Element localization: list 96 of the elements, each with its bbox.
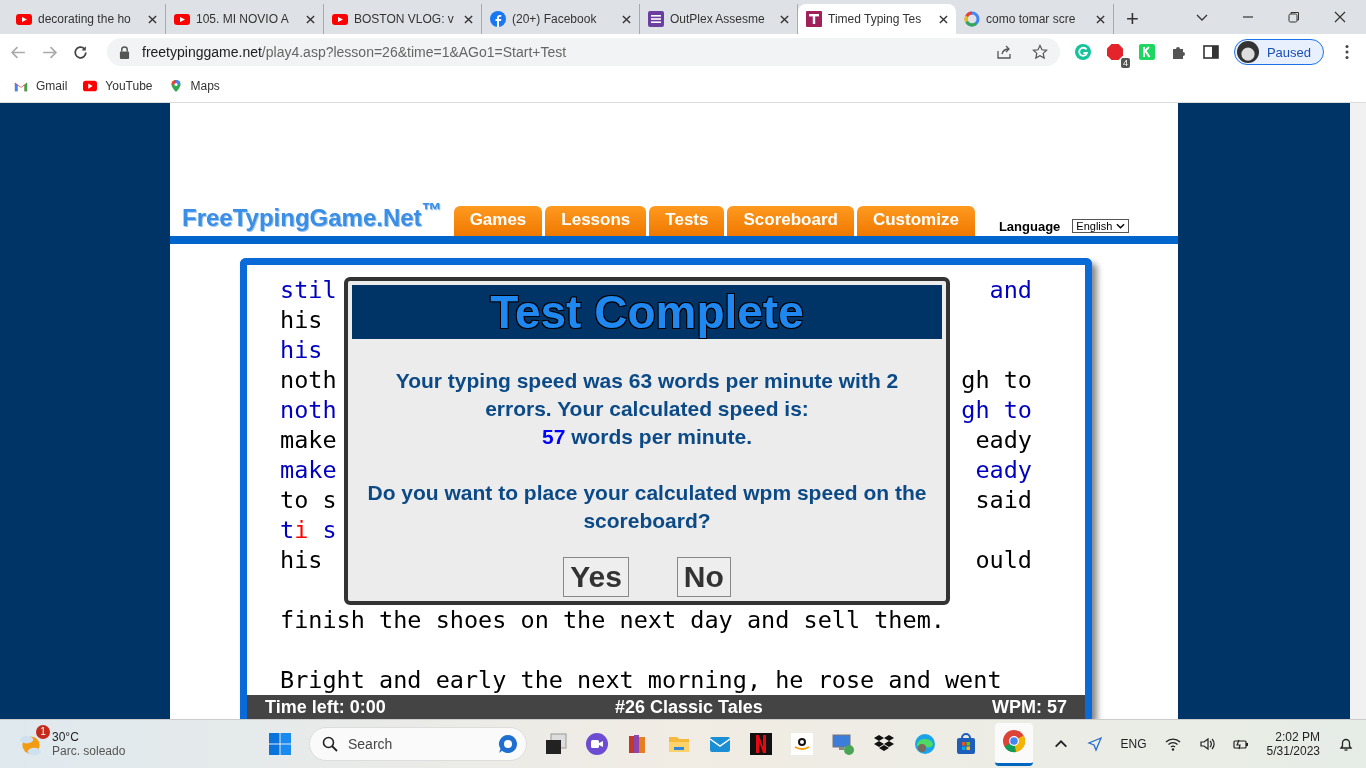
- chrome-taskbar-button[interactable]: [995, 722, 1033, 766]
- shopping-bag-icon[interactable]: [954, 732, 978, 756]
- side-panel-icon[interactable]: [1201, 43, 1220, 61]
- passage-text: Bright and early the next morning, he rose and went: [280, 665, 1002, 695]
- close-icon[interactable]: [306, 14, 315, 24]
- passage-text: make: [280, 455, 337, 485]
- passage-text: to s: [280, 485, 337, 515]
- video-play-icon: [83, 80, 98, 92]
- passage-text: finish the shoes on the next day and sell them.: [280, 605, 945, 635]
- tab-title: OutPlex Assesme: [670, 12, 766, 26]
- dialog-button[interactable]: Yes: [563, 557, 629, 597]
- restore-icon[interactable]: [1288, 11, 1300, 23]
- location-arrow-icon[interactable]: [1086, 736, 1103, 752]
- passage-text: stil: [280, 275, 337, 305]
- video-play-icon: [174, 11, 190, 27]
- search-icon: [322, 736, 338, 752]
- lock-icon: [119, 45, 130, 59]
- notification-badge: 1: [36, 725, 50, 739]
- task-view-icon[interactable]: [544, 732, 568, 756]
- passage-text: and: [989, 275, 1032, 305]
- passage-text: ti s: [280, 515, 337, 545]
- close-icon[interactable]: [464, 14, 473, 24]
- passage-text: said: [975, 485, 1032, 515]
- google-icon: [964, 11, 980, 27]
- chrome-icon: [1002, 728, 1026, 753]
- weather-condition: Parc. soleado: [52, 744, 126, 758]
- close-icon[interactable]: [1334, 11, 1346, 23]
- url-text: freetypinggame.net/play4.asp?lesson=26&time=1&AGo1=Start+Test: [142, 44, 567, 60]
- clock-time[interactable]: 2:02 PM: [1275, 730, 1320, 744]
- close-icon[interactable]: [1096, 14, 1105, 24]
- reload-icon[interactable]: [72, 43, 89, 61]
- temperature: 30°C: [52, 730, 80, 744]
- tab-title: como tomar scre: [986, 12, 1077, 26]
- profile-button[interactable]: Paused: [1233, 39, 1324, 65]
- language-select[interactable]: English: [1072, 219, 1130, 233]
- passage-text: ould: [975, 545, 1032, 575]
- close-icon[interactable]: [622, 14, 631, 24]
- address-bar[interactable]: freetypinggame.net/play4.asp?lesson=26&time=1&AGo1=Start+Test: [107, 38, 1060, 66]
- browser-tab[interactable]: Timed Typing Tes: [798, 4, 956, 34]
- bookmark[interactable]: YouTube: [83, 79, 153, 93]
- passage-text: make: [280, 425, 337, 455]
- share-icon[interactable]: [995, 44, 1012, 60]
- tab-title: decorating the ho: [38, 12, 132, 26]
- browser-wave-icon[interactable]: [913, 732, 937, 756]
- taskbar-search[interactable]: Search: [309, 727, 527, 761]
- passage-text: eady: [975, 455, 1032, 485]
- close-icon[interactable]: [780, 14, 789, 24]
- t-square-icon: [806, 11, 822, 27]
- envelope-icon: [14, 80, 28, 92]
- result-message: Your typing speed was 63 words per minute with 2 errors. Your calculated speed is: 57 words per minute.: [394, 368, 900, 450]
- star-icon[interactable]: [1031, 44, 1048, 60]
- wifi-icon[interactable]: [1164, 736, 1181, 752]
- tab-title: 105. MI NOVIO A: [196, 12, 290, 26]
- bell-icon[interactable]: [1338, 736, 1354, 752]
- passage-text: eady: [975, 425, 1032, 455]
- video-play-icon: [16, 11, 32, 27]
- site-logo[interactable]: FreeTypingGame.Net$^{™}$: [182, 199, 442, 236]
- language-label: Language: [998, 219, 1061, 236]
- speech-bubble-icon: [498, 734, 518, 754]
- n-logo-icon[interactable]: [749, 732, 773, 756]
- passage-text: his: [280, 545, 323, 575]
- caret-icon: [1116, 223, 1126, 229]
- bookmark[interactable]: Maps: [168, 79, 220, 93]
- lesson-title: #26 Classic Tales: [614, 696, 763, 718]
- close-icon[interactable]: [148, 14, 157, 24]
- extension-badge: 4: [1120, 58, 1130, 68]
- passage-text: gh to: [961, 365, 1032, 395]
- map-pin-icon: [168, 80, 183, 92]
- passage-text: noth: [280, 365, 337, 395]
- video-play-icon: [332, 11, 348, 27]
- passage-text: gh to: [961, 395, 1032, 425]
- question-text: Do you want to place your calculated wpm speed on the scoreboard?: [366, 480, 928, 534]
- remote-desktop-icon[interactable]: [831, 732, 855, 756]
- bookmark[interactable]: Gmail: [14, 79, 68, 93]
- time-left: Time left: 0:00: [265, 696, 386, 718]
- close-icon[interactable]: [939, 14, 948, 24]
- speaker-icon[interactable]: [1198, 736, 1215, 752]
- tab-title: Timed Typing Tes: [828, 12, 923, 26]
- new-tab-button[interactable]: +: [1114, 4, 1151, 34]
- list-icon: [648, 11, 664, 27]
- avatar-icon: [1236, 41, 1259, 63]
- passage-text: noth: [280, 395, 337, 425]
- tab-title: BOSTON VLOG: v: [354, 12, 455, 26]
- windows-icon[interactable]: [268, 732, 292, 756]
- dialog-button[interactable]: No: [676, 557, 731, 597]
- passage-text: his: [280, 305, 323, 335]
- clock-date[interactable]: 5/31/2023: [1266, 744, 1320, 758]
- wpm-reading: WPM: 57: [991, 696, 1067, 718]
- input-language[interactable]: ENG: [1120, 737, 1147, 751]
- video-camera-icon[interactable]: [585, 732, 609, 756]
- dialog-title: Test Complete: [352, 285, 942, 339]
- stop-sign-icon[interactable]: [1105, 43, 1124, 61]
- tab-title: (20+) Facebook: [512, 12, 598, 26]
- circle-logo-icon: [490, 11, 506, 27]
- passage-text: his: [280, 335, 323, 365]
- scrollbar[interactable]: [1350, 103, 1366, 719]
